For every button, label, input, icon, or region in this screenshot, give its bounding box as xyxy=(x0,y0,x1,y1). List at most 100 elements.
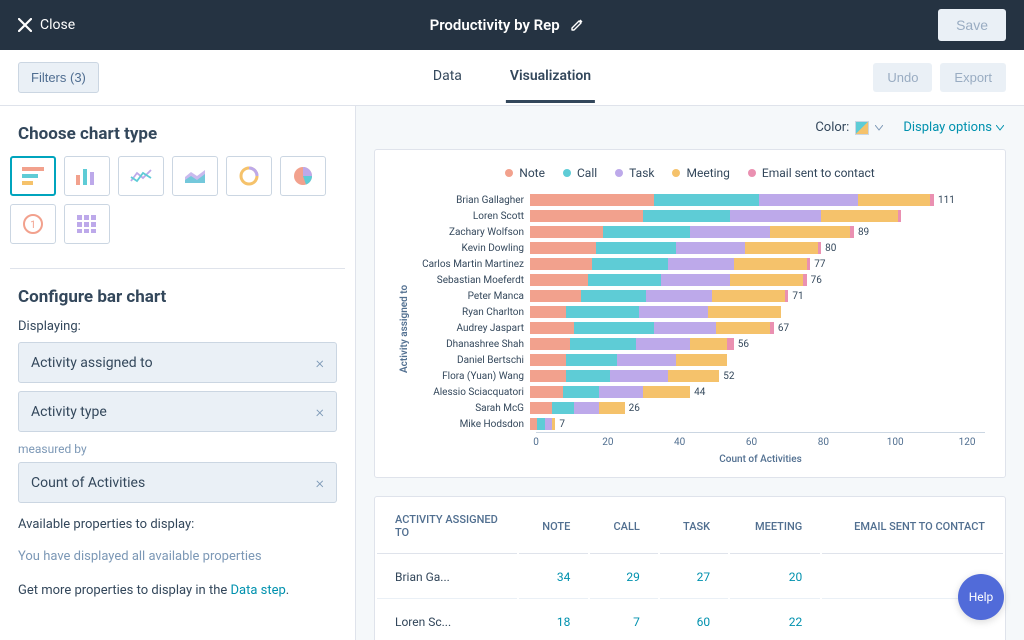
bar-segment[interactable] xyxy=(574,402,599,414)
save-button[interactable]: Save xyxy=(938,9,1006,41)
table-row[interactable]: Loren Sc...1876022 xyxy=(377,601,1003,640)
tab-data[interactable]: Data xyxy=(429,52,466,103)
bar-segment[interactable] xyxy=(552,402,574,414)
bar-segment[interactable] xyxy=(530,274,588,286)
remove-icon[interactable]: × xyxy=(316,473,324,492)
chart-type-pie[interactable] xyxy=(280,156,326,196)
edit-icon[interactable] xyxy=(570,18,584,32)
bar-segment[interactable] xyxy=(668,258,734,270)
bar-segment[interactable] xyxy=(570,338,636,350)
chart-type-line[interactable] xyxy=(118,156,164,196)
bar-segment[interactable] xyxy=(770,322,774,334)
bar-segment[interactable] xyxy=(730,274,803,286)
bar-segment[interactable] xyxy=(807,258,811,270)
bar-segment[interactable] xyxy=(646,290,712,302)
table-header[interactable]: NOTE xyxy=(519,499,588,554)
bar-segment[interactable] xyxy=(530,338,570,350)
bar-segment[interactable] xyxy=(530,242,596,254)
bar-segment[interactable] xyxy=(676,242,745,254)
bar-segment[interactable] xyxy=(639,306,708,318)
bar-segment[interactable] xyxy=(654,194,760,206)
bar-segment[interactable] xyxy=(603,226,690,238)
dimension-chip[interactable]: Activity assigned to× xyxy=(18,342,337,383)
chart-type-area[interactable] xyxy=(172,156,218,196)
legend-item[interactable]: Call xyxy=(563,166,597,180)
bar-segment[interactable] xyxy=(545,418,552,430)
bar-segment[interactable] xyxy=(617,354,675,366)
bar-segment[interactable] xyxy=(530,418,537,430)
data-step-link[interactable]: Data step xyxy=(230,583,285,598)
undo-button[interactable]: Undo xyxy=(873,63,932,92)
remove-icon[interactable]: × xyxy=(316,353,324,372)
bar-segment[interactable] xyxy=(654,322,716,334)
bar-segment[interactable] xyxy=(727,338,734,350)
bar-segment[interactable] xyxy=(818,242,822,254)
bar-segment[interactable] xyxy=(716,322,771,334)
bar-segment[interactable] xyxy=(599,386,643,398)
bar-segment[interactable] xyxy=(712,290,785,302)
table-header[interactable]: EMAIL SENT TO CONTACT xyxy=(822,499,1003,554)
color-picker[interactable]: Color: xyxy=(815,120,883,135)
bar-segment[interactable] xyxy=(898,210,902,222)
bar-segment[interactable] xyxy=(581,290,647,302)
remove-icon[interactable]: × xyxy=(316,402,324,421)
close-button[interactable]: Close xyxy=(18,17,75,33)
bar-segment[interactable] xyxy=(530,290,581,302)
bar-segment[interactable] xyxy=(734,258,807,270)
bar-segment[interactable] xyxy=(668,370,719,382)
table-row[interactable]: Brian Ga...34292720 xyxy=(377,556,1003,599)
export-button[interactable]: Export xyxy=(940,63,1006,92)
bar-segment[interactable] xyxy=(610,370,668,382)
bar-segment[interactable] xyxy=(730,210,821,222)
bar-segment[interactable] xyxy=(530,402,552,414)
filters-button[interactable]: Filters (3) xyxy=(18,62,99,93)
legend-item[interactable]: Task xyxy=(615,166,654,180)
bar-segment[interactable] xyxy=(930,194,934,206)
table-header[interactable]: TASK xyxy=(660,499,728,554)
bar-segment[interactable] xyxy=(643,386,690,398)
bar-segment[interactable] xyxy=(574,322,654,334)
bar-segment[interactable] xyxy=(745,242,818,254)
legend-item[interactable]: Email sent to contact xyxy=(748,166,875,180)
bar-segment[interactable] xyxy=(530,258,592,270)
bar-segment[interactable] xyxy=(770,226,850,238)
bar-segment[interactable] xyxy=(530,322,574,334)
bar-segment[interactable] xyxy=(530,386,563,398)
bar-segment[interactable] xyxy=(530,354,566,366)
bar-segment[interactable] xyxy=(563,386,599,398)
chart-type-hbar[interactable] xyxy=(10,156,56,196)
bar-segment[interactable] xyxy=(530,194,654,206)
bar-segment[interactable] xyxy=(552,418,556,430)
display-options-button[interactable]: Display options xyxy=(903,120,1004,135)
bar-segment[interactable] xyxy=(643,210,730,222)
chart-type-table[interactable] xyxy=(64,204,110,244)
bar-segment[interactable] xyxy=(785,290,789,302)
bar-segment[interactable] xyxy=(530,210,643,222)
legend-item[interactable]: Meeting xyxy=(672,166,729,180)
bar-segment[interactable] xyxy=(850,226,854,238)
bar-segment[interactable] xyxy=(566,354,617,366)
bar-segment[interactable] xyxy=(821,210,897,222)
bar-segment[interactable] xyxy=(661,274,730,286)
chart-type-vbar[interactable] xyxy=(64,156,110,196)
bar-segment[interactable] xyxy=(708,306,781,318)
table-header[interactable]: MEETING xyxy=(730,499,820,554)
bar-segment[interactable] xyxy=(599,402,624,414)
help-button[interactable]: Help xyxy=(958,574,1004,620)
bar-segment[interactable] xyxy=(759,194,857,206)
chart-type-summary[interactable]: 1 xyxy=(10,204,56,244)
bar-segment[interactable] xyxy=(596,242,676,254)
bar-segment[interactable] xyxy=(530,226,603,238)
bar-segment[interactable] xyxy=(592,258,668,270)
bar-segment[interactable] xyxy=(537,418,544,430)
bar-segment[interactable] xyxy=(690,338,726,350)
bar-segment[interactable] xyxy=(566,306,639,318)
bar-segment[interactable] xyxy=(636,338,691,350)
bar-segment[interactable] xyxy=(588,274,661,286)
bar-segment[interactable] xyxy=(690,226,770,238)
dimension-chip[interactable]: Activity type× xyxy=(18,391,337,432)
chart-type-donut[interactable] xyxy=(226,156,272,196)
bar-segment[interactable] xyxy=(858,194,931,206)
bar-segment[interactable] xyxy=(803,274,807,286)
tab-visualization[interactable]: Visualization xyxy=(506,52,595,103)
